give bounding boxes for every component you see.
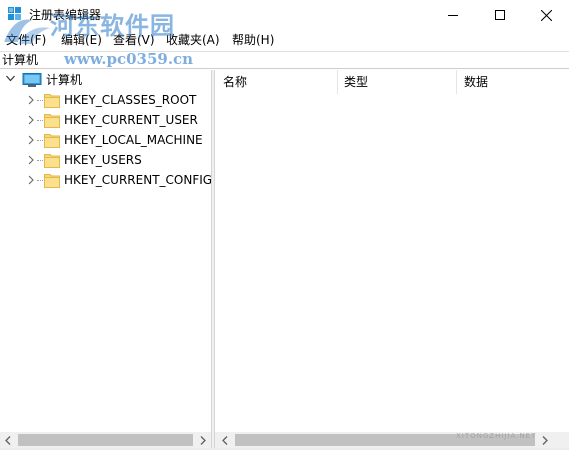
tree-item-hkey-users[interactable]: HKEY_USERS: [0, 150, 211, 170]
tree-connector: [37, 160, 43, 162]
scroll-thumb[interactable]: [18, 434, 193, 446]
tree-item-hkey-current-config[interactable]: HKEY_CURRENT_CONFIG: [0, 170, 211, 190]
menu-help[interactable]: 帮助(H): [230, 32, 276, 48]
menu-view[interactable]: 查看(V): [111, 32, 157, 48]
minimize-button[interactable]: [430, 0, 476, 30]
registry-editor-icon: [8, 7, 21, 20]
chevron-right-icon[interactable]: [28, 175, 34, 185]
tree-item-hkey-current-user[interactable]: HKEY_CURRENT_USER: [0, 110, 211, 130]
chevron-down-icon[interactable]: [6, 75, 15, 82]
chevron-right-icon[interactable]: [28, 115, 34, 125]
menu-file[interactable]: 文件(F): [4, 32, 48, 48]
title-bar: 注册表编辑器: [0, 0, 569, 30]
scroll-left-button[interactable]: [217, 432, 233, 448]
tree-item-label: HKEY_CURRENT_CONFIG: [64, 173, 211, 187]
menu-edit[interactable]: 编辑(E): [59, 32, 104, 48]
tree-connector: [37, 180, 43, 182]
column-header-name[interactable]: 名称: [215, 70, 337, 94]
chevron-left-icon: [5, 435, 11, 445]
tree-item-hkey-classes-root[interactable]: HKEY_CLASSES_ROOT: [0, 90, 211, 110]
folder-icon: [44, 114, 60, 128]
scroll-left-button[interactable]: [0, 432, 16, 448]
folder-icon: [44, 134, 60, 148]
scroll-right-button[interactable]: [195, 432, 211, 448]
tree-connector: [37, 140, 43, 142]
minimize-icon: [448, 15, 458, 16]
tree-item-computer[interactable]: 计算机: [0, 70, 211, 90]
column-header-type[interactable]: 类型: [336, 70, 456, 94]
tree-pane[interactable]: 计算机 HKEY_CLASSES_ROOT HKEY_CURRENT_USER: [0, 70, 211, 432]
menu-favorites[interactable]: 收藏夹(A): [164, 32, 222, 48]
values-list-pane[interactable]: 名称 类型 数据: [215, 70, 569, 432]
close-icon: [540, 9, 552, 21]
tree-item-hkey-local-machine[interactable]: HKEY_LOCAL_MACHINE: [0, 130, 211, 150]
tree-item-label: HKEY_LOCAL_MACHINE: [64, 133, 203, 147]
tree-item-label: HKEY_CURRENT_USER: [64, 113, 198, 127]
tree-horizontal-scrollbar[interactable]: [0, 432, 211, 448]
maximize-button[interactable]: [477, 0, 523, 30]
computer-icon: [22, 73, 42, 87]
folder-icon: [44, 94, 60, 108]
chevron-right-icon: [200, 435, 206, 445]
close-button[interactable]: [523, 0, 569, 30]
chevron-left-icon: [222, 435, 228, 445]
window-title: 注册表编辑器: [29, 8, 102, 22]
list-horizontal-scrollbar[interactable]: [215, 432, 553, 448]
scroll-thumb[interactable]: [235, 434, 535, 446]
chevron-right-icon[interactable]: [28, 155, 34, 165]
menu-bar: 文件(F) 编辑(E) 查看(V) 收藏夹(A) 帮助(H): [0, 30, 569, 50]
tree-connector: [37, 100, 43, 102]
maximize-icon: [495, 10, 505, 20]
chevron-right-icon[interactable]: [28, 95, 34, 105]
address-bar: [0, 51, 569, 69]
column-header-data[interactable]: 数据: [456, 70, 569, 94]
tree-connector: [37, 120, 43, 122]
resize-grip[interactable]: [553, 432, 569, 448]
chevron-right-icon[interactable]: [28, 135, 34, 145]
scroll-right-button[interactable]: [537, 432, 553, 448]
folder-icon: [44, 174, 60, 188]
address-input[interactable]: [2, 52, 562, 68]
tree-root-label: 计算机: [46, 73, 83, 87]
tree-item-label: HKEY_CLASSES_ROOT: [64, 93, 197, 107]
chevron-right-icon: [542, 435, 548, 445]
folder-icon: [44, 154, 60, 168]
tree-item-label: HKEY_USERS: [64, 153, 142, 167]
